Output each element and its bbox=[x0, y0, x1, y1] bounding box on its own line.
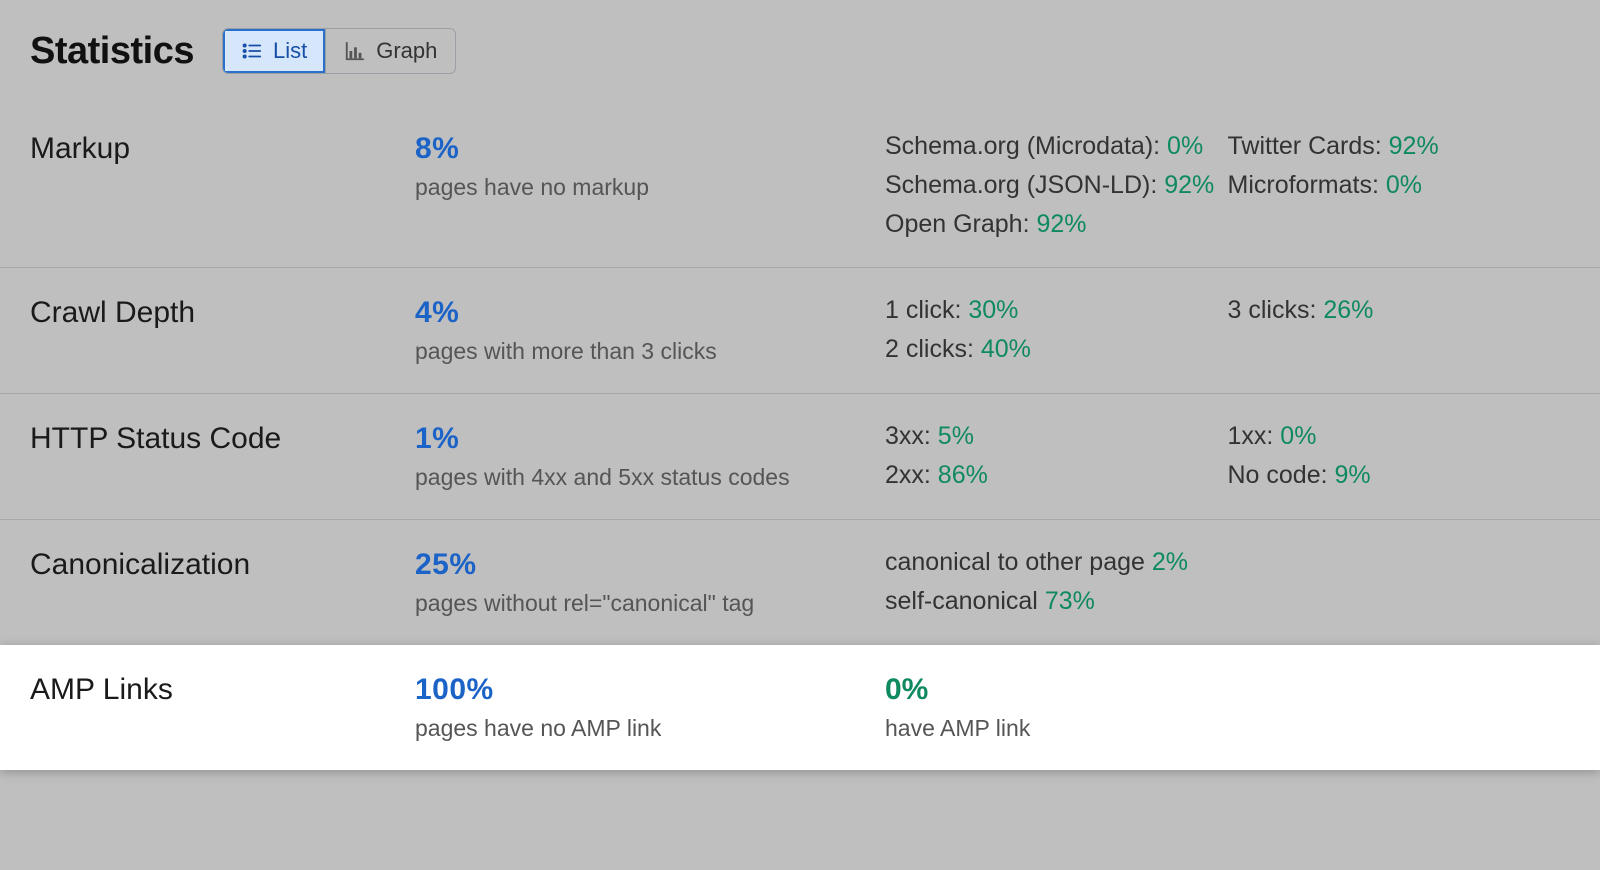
view-list-label: List bbox=[273, 38, 307, 64]
kv-item[interactable]: 3xx: 5% bbox=[885, 422, 1228, 451]
panel-header: Statistics List Graph bbox=[0, 28, 1600, 104]
row-markup: Markup 8% pages have no markup Schema.or… bbox=[0, 104, 1600, 267]
kv-item[interactable]: 1 click: 30% bbox=[885, 296, 1228, 325]
view-toggle: List Graph bbox=[222, 28, 456, 74]
kv-item[interactable]: Twitter Cards: 92% bbox=[1228, 132, 1571, 161]
metric-name: Crawl Depth bbox=[30, 296, 415, 330]
kv-item[interactable]: canonical to other page 2% bbox=[885, 548, 1228, 577]
kv-item[interactable]: Schema.org (JSON-LD): 92% bbox=[885, 171, 1228, 200]
row-crawl-depth: Crawl Depth 4% pages with more than 3 cl… bbox=[0, 267, 1600, 393]
metric-desc: pages with 4xx and 5xx status codes bbox=[415, 464, 885, 491]
main-stat: 100% pages have no AMP link bbox=[415, 673, 885, 742]
row-amp-links: AMP Links 100% pages have no AMP link 0%… bbox=[0, 645, 1600, 770]
row-http-status: HTTP Status Code 1% pages with 4xx and 5… bbox=[0, 393, 1600, 519]
main-stat: 25% pages without rel="canonical" tag bbox=[415, 548, 885, 617]
statistics-panel: Statistics List Graph bbox=[0, 0, 1600, 770]
main-stat: 8% pages have no markup bbox=[415, 132, 885, 201]
kv-item[interactable]: 2 clicks: 40% bbox=[885, 335, 1228, 364]
amp-have-stat: 0% have AMP link bbox=[885, 673, 1570, 742]
kv-item[interactable]: 1xx: 0% bbox=[1228, 422, 1571, 451]
main-stat: 1% pages with 4xx and 5xx status codes bbox=[415, 422, 885, 491]
row-canonicalization: Canonicalization 25% pages without rel="… bbox=[0, 519, 1600, 645]
breakdown-col-2: 1xx: 0% No code: 9% bbox=[1228, 422, 1571, 490]
kv-item[interactable]: self-canonical 73% bbox=[885, 587, 1228, 616]
kv-item[interactable]: Open Graph: 92% bbox=[885, 210, 1228, 239]
main-stat: 4% pages with more than 3 clicks bbox=[415, 296, 885, 365]
kv-item[interactable]: Schema.org (Microdata): 0% bbox=[885, 132, 1228, 161]
stats-rows: Markup 8% pages have no markup Schema.or… bbox=[0, 104, 1600, 770]
metric-percent[interactable]: 8% bbox=[415, 132, 885, 166]
breakdown-col-2: Twitter Cards: 92% Microformats: 0% bbox=[1228, 132, 1571, 200]
bar-chart-icon bbox=[344, 40, 366, 62]
kv-item[interactable]: Microformats: 0% bbox=[1228, 171, 1571, 200]
metric-desc: pages without rel="canonical" tag bbox=[415, 590, 885, 617]
metric-percent[interactable]: 1% bbox=[415, 422, 885, 456]
amp-have-desc: have AMP link bbox=[885, 715, 1570, 742]
metric-name: HTTP Status Code bbox=[30, 422, 415, 456]
metric-desc: pages have no AMP link bbox=[415, 715, 885, 742]
amp-have-percent[interactable]: 0% bbox=[885, 673, 1570, 707]
list-icon bbox=[241, 40, 263, 62]
kv-item[interactable]: No code: 9% bbox=[1228, 461, 1571, 490]
page-title: Statistics bbox=[30, 30, 194, 73]
metric-percent[interactable]: 4% bbox=[415, 296, 885, 330]
metric-name: AMP Links bbox=[30, 673, 415, 707]
breakdown-col-2: 3 clicks: 26% bbox=[1228, 296, 1571, 325]
metric-desc: pages have no markup bbox=[415, 174, 885, 201]
breakdown-col-1: 1 click: 30% 2 clicks: 40% bbox=[885, 296, 1228, 364]
view-graph-button[interactable]: Graph bbox=[325, 29, 455, 73]
kv-item[interactable]: 2xx: 86% bbox=[885, 461, 1228, 490]
breakdown-col-1: canonical to other page 2% self-canonica… bbox=[885, 548, 1228, 616]
metric-name: Markup bbox=[30, 132, 415, 166]
breakdown-col-1: 3xx: 5% 2xx: 86% bbox=[885, 422, 1228, 490]
metric-name: Canonicalization bbox=[30, 548, 415, 582]
metric-desc: pages with more than 3 clicks bbox=[415, 338, 885, 365]
view-graph-label: Graph bbox=[376, 38, 437, 64]
metric-percent[interactable]: 100% bbox=[415, 673, 885, 707]
view-list-button[interactable]: List bbox=[223, 29, 325, 73]
kv-item[interactable]: 3 clicks: 26% bbox=[1228, 296, 1571, 325]
metric-percent[interactable]: 25% bbox=[415, 548, 885, 582]
breakdown-col-1: Schema.org (Microdata): 0% Schema.org (J… bbox=[885, 132, 1228, 239]
